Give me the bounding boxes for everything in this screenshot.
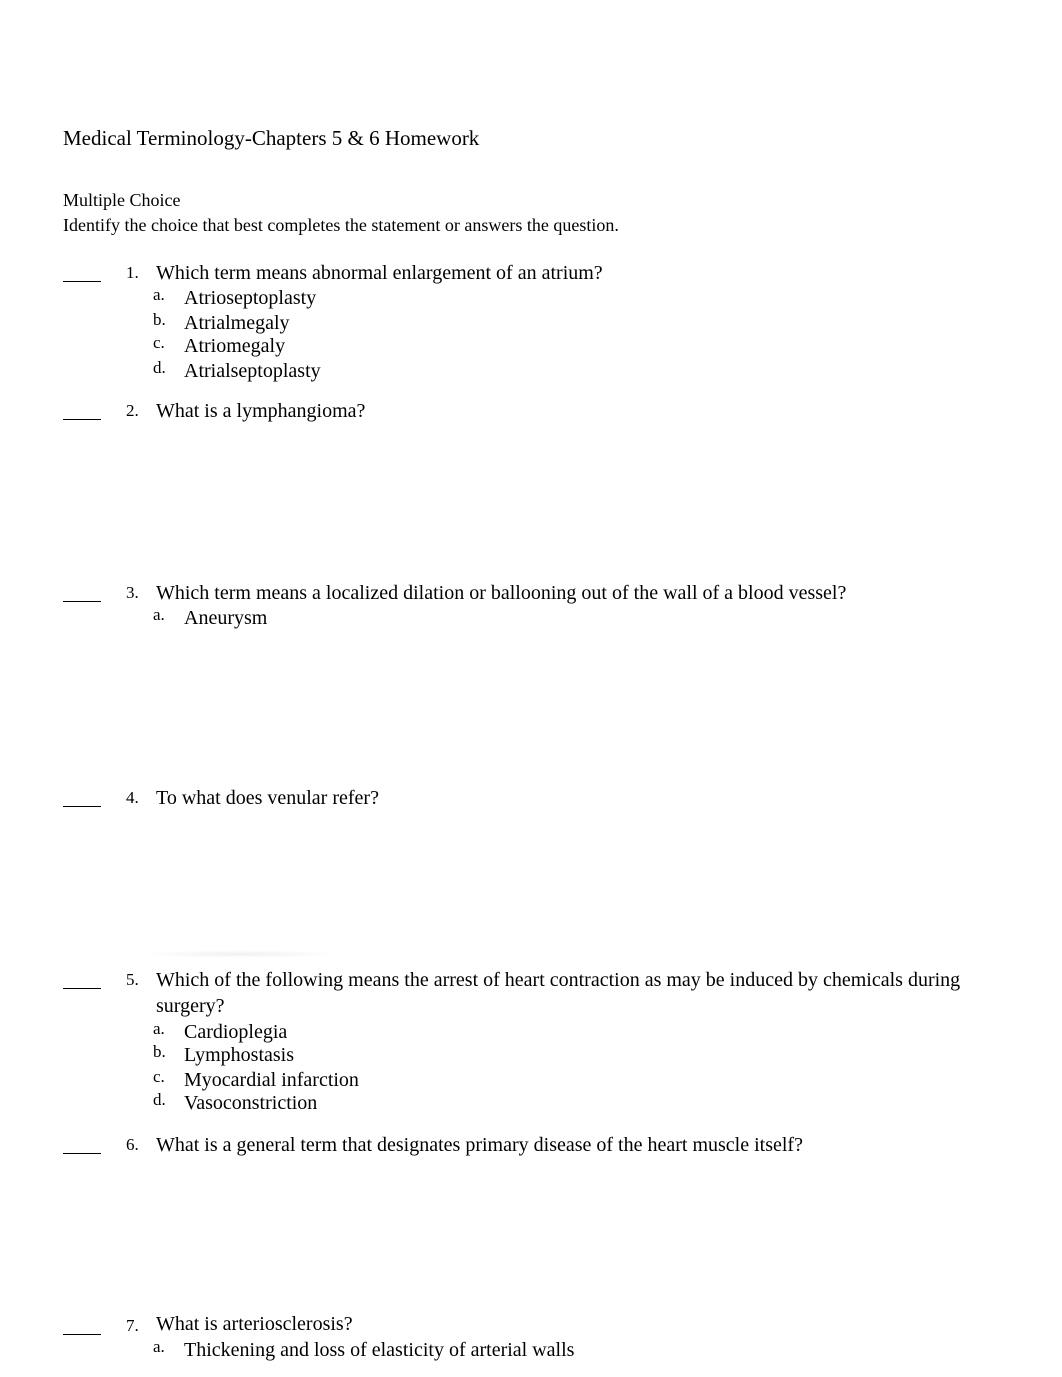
question-number: 1.	[126, 263, 139, 282]
answer-blank[interactable]	[63, 281, 101, 282]
option-text: Cardioplegia	[184, 1021, 288, 1043]
answer-blank[interactable]	[63, 988, 101, 989]
option-text: Atriomegaly	[184, 335, 286, 357]
answer-blank[interactable]	[63, 806, 101, 807]
option-letter: a.	[153, 285, 165, 304]
option-text: Lymphostasis	[184, 1044, 295, 1066]
option-d: d. Atrialseptoplasty	[0, 358, 1062, 383]
option-letter: c.	[153, 333, 165, 352]
option-a: a. Thickening and loss of elasticity of …	[0, 1337, 1062, 1362]
question-number: 6.	[126, 1135, 139, 1154]
question-text: To what does venular refer?	[156, 787, 379, 809]
question-number: 5.	[126, 970, 139, 989]
question-number: 3.	[126, 583, 139, 602]
question-text: Which of the following means the arrest …	[156, 969, 961, 1017]
option-letter: a.	[153, 1019, 165, 1038]
option-letter: d.	[153, 1090, 166, 1109]
option-text: Vasoconstriction	[184, 1092, 318, 1114]
option-text: Atrioseptoplasty	[184, 287, 317, 309]
question-number: 2.	[126, 401, 139, 420]
question-text: What is a general term that designates p…	[156, 1134, 803, 1156]
question-text: Which term means a localized dilation or…	[156, 582, 847, 604]
option-a: a. Atrioseptoplasty	[0, 285, 1062, 310]
question-number: 7.	[126, 1316, 139, 1335]
option-text: Atrialseptoplasty	[184, 360, 321, 382]
option-letter: c.	[153, 1067, 165, 1086]
answer-blank[interactable]	[63, 419, 101, 420]
answer-blank[interactable]	[63, 1334, 101, 1335]
section-heading: Multiple Choice	[63, 190, 181, 210]
document-title: Medical Terminology-Chapters 5 & 6 Homew…	[63, 126, 480, 150]
option-text: Thickening and loss of elasticity of art…	[184, 1339, 575, 1361]
question-text: Which term means abnormal enlargement of…	[156, 262, 603, 284]
instructions: Identify the choice that best completes …	[63, 215, 619, 235]
option-c: c. Atriomegaly	[0, 333, 1062, 358]
option-letter: b.	[153, 1042, 166, 1061]
option-text: Atrialmegaly	[184, 312, 290, 334]
option-b: b. Lymphostasis	[0, 1042, 1062, 1067]
answer-blank[interactable]	[63, 601, 101, 602]
option-text: Myocardial infarction	[184, 1069, 359, 1091]
option-d: d. Vasoconstriction	[0, 1090, 1062, 1115]
option-text: Aneurysm	[184, 607, 268, 629]
scan-smudge	[140, 950, 340, 958]
option-letter: a.	[153, 1337, 165, 1356]
question-text: What is a lymphangioma?	[156, 400, 366, 422]
question-number: 4.	[126, 788, 139, 807]
option-letter: a.	[153, 605, 165, 624]
option-letter: d.	[153, 358, 166, 377]
option-a: a. Aneurysm	[0, 605, 1062, 630]
answer-blank[interactable]	[63, 1153, 101, 1154]
option-letter: b.	[153, 310, 166, 329]
question-text: What is arteriosclerosis?	[156, 1313, 353, 1335]
